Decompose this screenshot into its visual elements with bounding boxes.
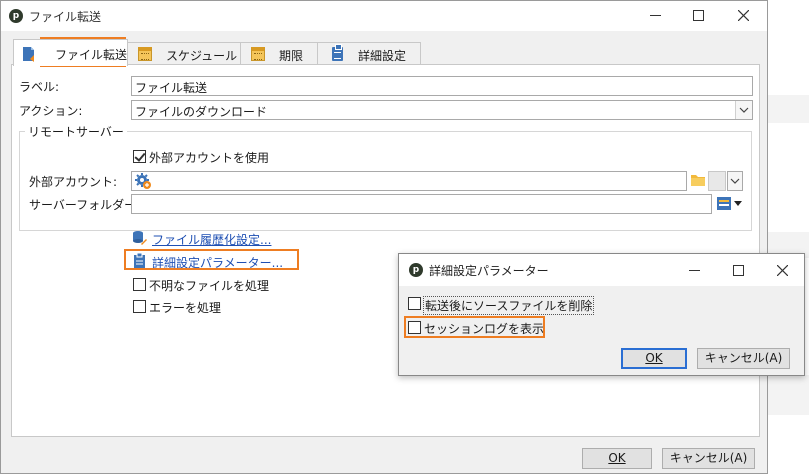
caret-down-icon[interactable]	[734, 201, 742, 206]
close-icon	[777, 265, 788, 276]
calendar-icon	[138, 47, 152, 61]
action-field-label: アクション:	[19, 104, 83, 118]
label-input-value: ファイル転送	[135, 81, 208, 95]
dialog-minimize-button[interactable]	[673, 254, 717, 286]
process-errors-checkbox[interactable]	[133, 300, 146, 313]
server-folder-label: サーバーフォルダー:	[29, 198, 141, 212]
minimize-icon	[689, 270, 700, 271]
title-bar: p ファイル転送	[1, 1, 767, 31]
cancel-button-label: キャンセル(A)	[669, 451, 748, 465]
clipboard-icon	[134, 253, 145, 268]
minimize-button[interactable]	[633, 1, 677, 31]
show-session-log-checkbox[interactable]	[408, 321, 421, 334]
delete-source-label: 転送後にソースファイルを削除	[423, 296, 595, 315]
ok-button[interactable]: OK	[582, 448, 652, 469]
label-field-label: ラベル:	[19, 80, 60, 94]
maximize-button[interactable]	[677, 1, 721, 31]
action-dropdown-button[interactable]	[735, 101, 752, 119]
maximize-icon	[693, 10, 704, 21]
tab-deadline[interactable]: 期限	[240, 42, 318, 65]
process-unknown-label: 不明なファイルを処理	[149, 279, 270, 293]
file-history-link[interactable]: ファイル履歴化設定...	[152, 231, 271, 248]
dialog-title-bar: p 詳細設定パラメーター	[399, 254, 804, 286]
action-select-value: ファイルのダウンロード	[135, 105, 268, 119]
minimize-icon	[650, 15, 661, 16]
chevron-down-icon	[739, 107, 749, 113]
file-transfer-icon	[23, 47, 34, 62]
advanced-params-link[interactable]: 詳細設定パラメーター...	[152, 254, 283, 271]
delete-source-checkbox[interactable]	[408, 297, 421, 310]
dialog-cancel-button[interactable]: キャンセル(A)	[697, 348, 790, 369]
process-errors-label: エラーを処理	[149, 301, 222, 315]
action-select[interactable]: ファイルのダウンロード	[131, 100, 753, 120]
background-strip	[768, 0, 809, 474]
close-button[interactable]	[721, 1, 765, 31]
show-session-log-label: セッションログを表示	[424, 322, 545, 336]
calendar-icon	[251, 47, 265, 61]
account-extra-button[interactable]	[708, 171, 726, 191]
dialog-close-button[interactable]	[761, 254, 805, 286]
server-folder-input[interactable]	[131, 194, 712, 214]
window-title: ファイル転送	[29, 10, 102, 24]
dialog-title: 詳細設定パラメーター	[429, 264, 549, 278]
process-unknown-checkbox[interactable]	[133, 278, 146, 291]
dialog-maximize-button[interactable]	[717, 254, 761, 286]
advanced-params-dialog: p 詳細設定パラメーター 転送後にソースファイルを削除 セッションログを表示 O…	[398, 253, 805, 376]
chevron-down-icon	[730, 178, 740, 184]
account-gear-icon	[135, 173, 151, 189]
remote-server-group-title: リモートサーバー	[25, 123, 127, 140]
tab-label: ファイル転送	[55, 48, 128, 62]
app-icon: p	[9, 9, 23, 23]
external-account-label: 外部アカウント:	[29, 175, 118, 189]
dialog-ok-label: OK	[645, 351, 663, 365]
external-account-input[interactable]	[131, 171, 687, 191]
close-icon	[738, 10, 749, 21]
tab-advanced[interactable]: 詳細設定	[317, 42, 421, 65]
tab-label: 詳細設定	[358, 49, 407, 63]
folder-icon[interactable]	[691, 173, 706, 187]
account-dropdown-button[interactable]	[727, 171, 743, 191]
file-history-icon	[133, 231, 147, 245]
cancel-button[interactable]: キャンセル(A)	[662, 448, 755, 469]
ok-button-label: OK	[608, 451, 626, 465]
clipboard-icon	[332, 44, 343, 61]
tab-file-transfer[interactable]: ファイル転送	[13, 39, 128, 66]
maximize-icon	[733, 265, 744, 276]
dialog-ok-button[interactable]: OK	[621, 348, 687, 369]
tab-schedule[interactable]: スケジュール	[127, 42, 241, 65]
use-external-account-checkbox[interactable]	[133, 150, 146, 163]
main-window: p ファイル転送 ファイル転送 スケジュール 期限 詳細設定 ラベル: ファイル…	[0, 0, 768, 474]
use-external-account-label: 外部アカウントを使用	[149, 151, 270, 165]
expression-editor-icon[interactable]	[717, 197, 732, 211]
label-input[interactable]: ファイル転送	[131, 76, 753, 96]
tab-label: 期限	[279, 49, 304, 63]
app-icon: p	[409, 263, 423, 277]
dialog-cancel-label: キャンセル(A)	[704, 351, 783, 365]
tab-label: スケジュール	[166, 49, 238, 63]
